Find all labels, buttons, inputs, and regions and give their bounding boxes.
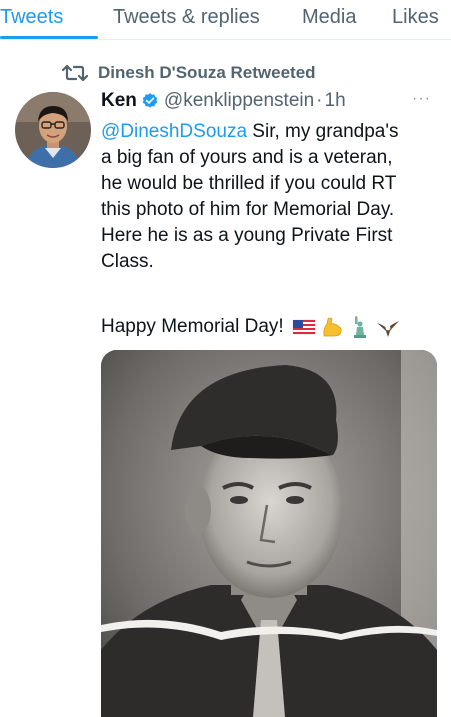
us-flag-icon bbox=[292, 319, 315, 335]
tweet-text-line: Class. bbox=[101, 251, 154, 272]
author-handle[interactable]: @kenklippenstein bbox=[164, 90, 314, 112]
tweet-text-line: this photo of him for Memorial Day. bbox=[101, 199, 395, 220]
separator: · bbox=[316, 90, 323, 111]
tab-tweets[interactable]: Tweets bbox=[0, 6, 63, 29]
tweet-photo[interactable] bbox=[101, 350, 437, 717]
soldier-portrait-image bbox=[101, 350, 437, 717]
tweet-text-line: he would be thrilled if you could RT bbox=[101, 173, 397, 194]
eagle-icon bbox=[376, 321, 399, 337]
retweeted-by-text: Dinesh D'Souza Retweeted bbox=[98, 63, 316, 82]
more-options-icon[interactable]: ··· bbox=[412, 90, 431, 108]
mention-link[interactable]: @DineshDSouza bbox=[101, 121, 247, 142]
retweet-icon bbox=[62, 64, 88, 82]
avatar[interactable] bbox=[15, 92, 91, 168]
profile-tabs: Tweets Tweets & replies Media Likes bbox=[0, 0, 451, 40]
tweet-text-line: a big fan of yours and is a veteran, bbox=[101, 147, 393, 168]
tweet-text: @DineshDSouza Sir, my grandpa's a big fa… bbox=[101, 119, 446, 275]
tweet-header: Ken @kenklippenstein · 1h bbox=[101, 88, 346, 114]
tweet-text-line: Here he is as a young Private First bbox=[101, 225, 393, 246]
tab-likes[interactable]: Likes bbox=[392, 6, 439, 29]
closing-text: Happy Memorial Day! bbox=[101, 316, 284, 337]
statue-of-liberty-icon bbox=[353, 316, 366, 338]
verified-badge-icon bbox=[142, 93, 158, 108]
tweet-closing: Happy Memorial Day! bbox=[101, 313, 400, 341]
tweet-text-segment: Sir, my grandpa's bbox=[247, 121, 399, 142]
tab-tweets-and-replies[interactable]: Tweets & replies bbox=[113, 6, 260, 29]
flexed-biceps-icon bbox=[323, 317, 342, 337]
tweet-timestamp[interactable]: 1h bbox=[325, 90, 346, 112]
active-tab-indicator bbox=[0, 36, 98, 39]
tab-media[interactable]: Media bbox=[302, 6, 356, 29]
retweeted-by[interactable]: Dinesh D'Souza Retweeted bbox=[62, 62, 316, 84]
avatar-image bbox=[15, 92, 91, 168]
tweet-text-line: @DineshDSouza Sir, my grandpa's bbox=[101, 119, 446, 145]
author-name[interactable]: Ken bbox=[101, 90, 137, 112]
